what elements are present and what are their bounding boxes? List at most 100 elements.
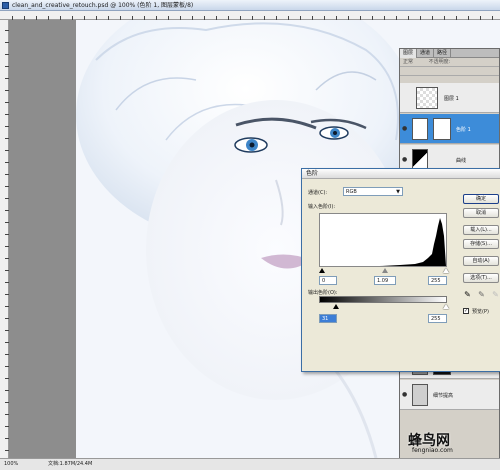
lock-row [400,67,499,76]
ruler-tick [5,138,9,139]
layer-name: 色阶 1 [456,127,471,133]
ruler-tick [5,318,9,319]
horizontal-ruler[interactable] [0,11,500,20]
ruler-tick [5,30,9,31]
layer-row[interactable]: 图层 1 [400,83,499,113]
levels-adjustment-icon [412,118,428,140]
watermark-url: fengniao.com [412,447,453,454]
ruler-tick [5,402,9,403]
black-eyedropper-icon[interactable]: ✎ [464,290,471,299]
ruler-tick [5,114,9,115]
options-button[interactable]: 选项(T)... [463,273,499,283]
ruler-tick [5,414,9,415]
ruler-tick [5,102,9,103]
ruler-tick [5,330,9,331]
auto-button[interactable]: 自动(A) [463,256,499,266]
ruler-tick [5,126,9,127]
layer-name: 曲线 [456,158,467,164]
channel-label: 通道(C): [308,190,328,196]
ok-button[interactable]: 确定 [463,194,499,204]
gray-eyedropper-icon[interactable]: ✎ [478,290,485,299]
eye-icon[interactable]: ● [402,156,409,163]
output-white-field[interactable]: 255 [428,314,447,323]
ruler-tick [5,42,9,43]
ruler-tick [5,234,9,235]
layer-name: 细节提高 [433,393,454,399]
zoom-level[interactable]: 100% [4,459,18,470]
opacity-label: 不透明度: [428,59,451,65]
vertical-ruler[interactable] [0,20,9,458]
layer-mask-thumbnail [433,118,451,140]
document-title: clean_and_creative_retouch.psd @ 100% (色… [12,2,194,9]
layers-panel-tabs: 图层 通道 路径 [400,49,499,58]
ruler-tick [5,54,9,55]
canvas-pasteboard [10,20,76,458]
eye-icon[interactable]: ● [402,125,409,132]
input-white-slider[interactable] [443,268,449,273]
photoshop-document: clean_and_creative_retouch.psd @ 100% (色… [0,0,500,470]
layer-row-selected[interactable]: ● 色阶 1 [400,114,499,144]
blend-mode-row: 正常 不透明度: [400,58,499,67]
ruler-tick [5,354,9,355]
ruler-tick [5,90,9,91]
photoshop-file-icon [2,2,9,9]
ruler-tick [5,150,9,151]
histogram-graph [320,218,446,266]
tab-paths[interactable]: 路径 [434,49,452,58]
ruler-tick [5,258,9,259]
output-black-slider[interactable] [333,304,339,309]
output-black-field[interactable]: 31 [319,314,337,323]
save-button[interactable]: 存储(S)... [463,239,499,249]
blend-mode-select[interactable]: 正常 [403,59,413,65]
document-titlebar[interactable]: clean_and_creative_retouch.psd @ 100% (色… [0,0,500,11]
ruler-tick [5,66,9,67]
ruler-tick [5,222,9,223]
ruler-tick [5,378,9,379]
ruler-tick [5,306,9,307]
white-eyedropper-icon[interactable]: ✎ [492,290,499,299]
load-button[interactable]: 载入(L)... [463,225,499,235]
input-gamma-slider[interactable] [382,268,388,273]
ruler-tick [5,426,9,427]
channel-value: RGB [346,189,357,195]
ruler-tick [5,282,9,283]
tab-layers[interactable]: 图层 [400,49,418,58]
preview-label: 预览(P) [472,309,489,315]
tab-channels[interactable]: 通道 [417,49,435,58]
input-black-field[interactable]: 0 [319,276,337,285]
layer-row[interactable]: ● 细节提高 [400,380,499,410]
ruler-tick [5,438,9,439]
ruler-tick [5,342,9,343]
cancel-button[interactable]: 取消 [463,208,499,218]
ruler-tick [5,390,9,391]
ruler-tick [5,78,9,79]
eye-icon[interactable]: ● [402,391,409,398]
channel-select[interactable]: RGB ▼ [343,187,403,196]
ruler-tick [5,198,9,199]
levels-histogram [319,213,447,267]
output-white-slider[interactable] [443,304,449,309]
input-levels-label: 输入色阶(I): [308,204,336,210]
input-white-field[interactable]: 255 [428,276,447,285]
ruler-tick [5,162,9,163]
ruler-tick [5,366,9,367]
input-gamma-field[interactable]: 1.09 [374,276,396,285]
chevron-down-icon: ▼ [396,189,400,195]
status-bar: 100% 文档:1.87M/24.4M [0,458,500,470]
ruler-tick [5,186,9,187]
layer-thumbnail [412,384,428,406]
layer-thumbnail [416,87,438,109]
ruler-tick [5,450,9,451]
output-gradient-bar [319,296,447,303]
preview-checkbox[interactable]: ✓ [463,308,469,314]
ruler-tick [5,210,9,211]
ruler-tick [5,246,9,247]
layer-name: 图层 1 [444,96,459,102]
output-levels-label: 输出色阶(O): [308,290,338,296]
ruler-tick [5,270,9,271]
ruler-tick [5,174,9,175]
ruler-tick [5,294,9,295]
levels-dialog: 色阶 通道(C): RGB ▼ 输入色阶(I): 0 1.09 255 输出色阶… [301,168,500,372]
input-black-slider[interactable] [319,268,325,273]
levels-dialog-title[interactable]: 色阶 [302,169,500,179]
